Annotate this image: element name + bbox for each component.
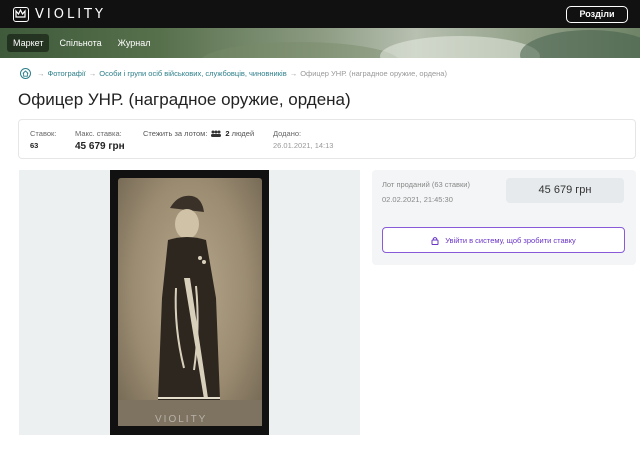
nav-item-market[interactable]: Маркет [7, 34, 50, 52]
lot-stats: Ставок: 63 Макс. ставка: 45 679 грн Стеж… [18, 119, 636, 159]
main-nav: Маркет Спільнота Журнал [0, 28, 640, 58]
image-watermark: VIOLITY [155, 414, 208, 425]
sections-button[interactable]: Розділи [566, 6, 628, 23]
added-stat: Додано: 26.01.2021, 14:13 [273, 129, 333, 150]
top-bar: VIOLITY Розділи [0, 0, 640, 28]
home-icon[interactable] [20, 68, 31, 79]
bids-stat: Ставок: 63 [30, 129, 56, 150]
added-label: Додано: [273, 129, 302, 138]
login-button-label: Увійти в систему, щоб зробити ставку [445, 235, 576, 245]
sale-panel: Лот проданий (63 ставки) 02.02.2021, 21:… [372, 170, 636, 265]
officer-photo-image [118, 178, 262, 426]
sale-status: Лот проданий (63 ставки) [382, 180, 470, 189]
breadcrumb-persons[interactable]: Особи і групи осіб військових, службовці… [99, 69, 286, 78]
max-bid-value: 45 679 грн [75, 141, 125, 152]
bids-label: Ставок: [30, 129, 57, 138]
watch-suffix: людей [231, 129, 255, 138]
nav-item-community[interactable]: Спільнота [53, 34, 107, 52]
max-bid-stat: Макс. ставка: 45 679 грн [75, 129, 125, 152]
crown-icon [13, 6, 29, 22]
lot-photo[interactable]: VIOLITY [110, 170, 269, 435]
page-title: Офицер УНР. (наградное оружие, ордена) [18, 90, 351, 109]
watchers[interactable]: Стежить за лотом: 2 людей [143, 129, 254, 138]
watch-count: 2 [225, 129, 230, 138]
logo-text: VIOLITY [35, 6, 106, 22]
breadcrumb-photos[interactable]: Фотографії [48, 69, 86, 78]
bids-value: 63 [30, 141, 39, 150]
people-icon [211, 130, 222, 137]
final-price: 45 679 грн [506, 178, 624, 203]
watch-label: Стежить за лотом: [143, 129, 208, 138]
nav-item-journal[interactable]: Журнал [112, 34, 157, 52]
breadcrumb: → Фотографії → Особи і групи осіб військ… [20, 68, 447, 79]
login-to-bid-button[interactable]: Увійти в систему, щоб зробити ставку [382, 227, 625, 253]
logo[interactable]: VIOLITY [13, 6, 106, 22]
added-value: 26.01.2021, 14:13 [273, 141, 334, 150]
max-bid-label: Макс. ставка: [75, 129, 122, 138]
lot-image-panel: VIOLITY [19, 170, 360, 435]
breadcrumb-current: Офицер УНР. (наградное оружие, ордена) [300, 69, 447, 78]
sale-date: 02.02.2021, 21:45:30 [382, 195, 453, 204]
lock-icon [431, 236, 439, 245]
